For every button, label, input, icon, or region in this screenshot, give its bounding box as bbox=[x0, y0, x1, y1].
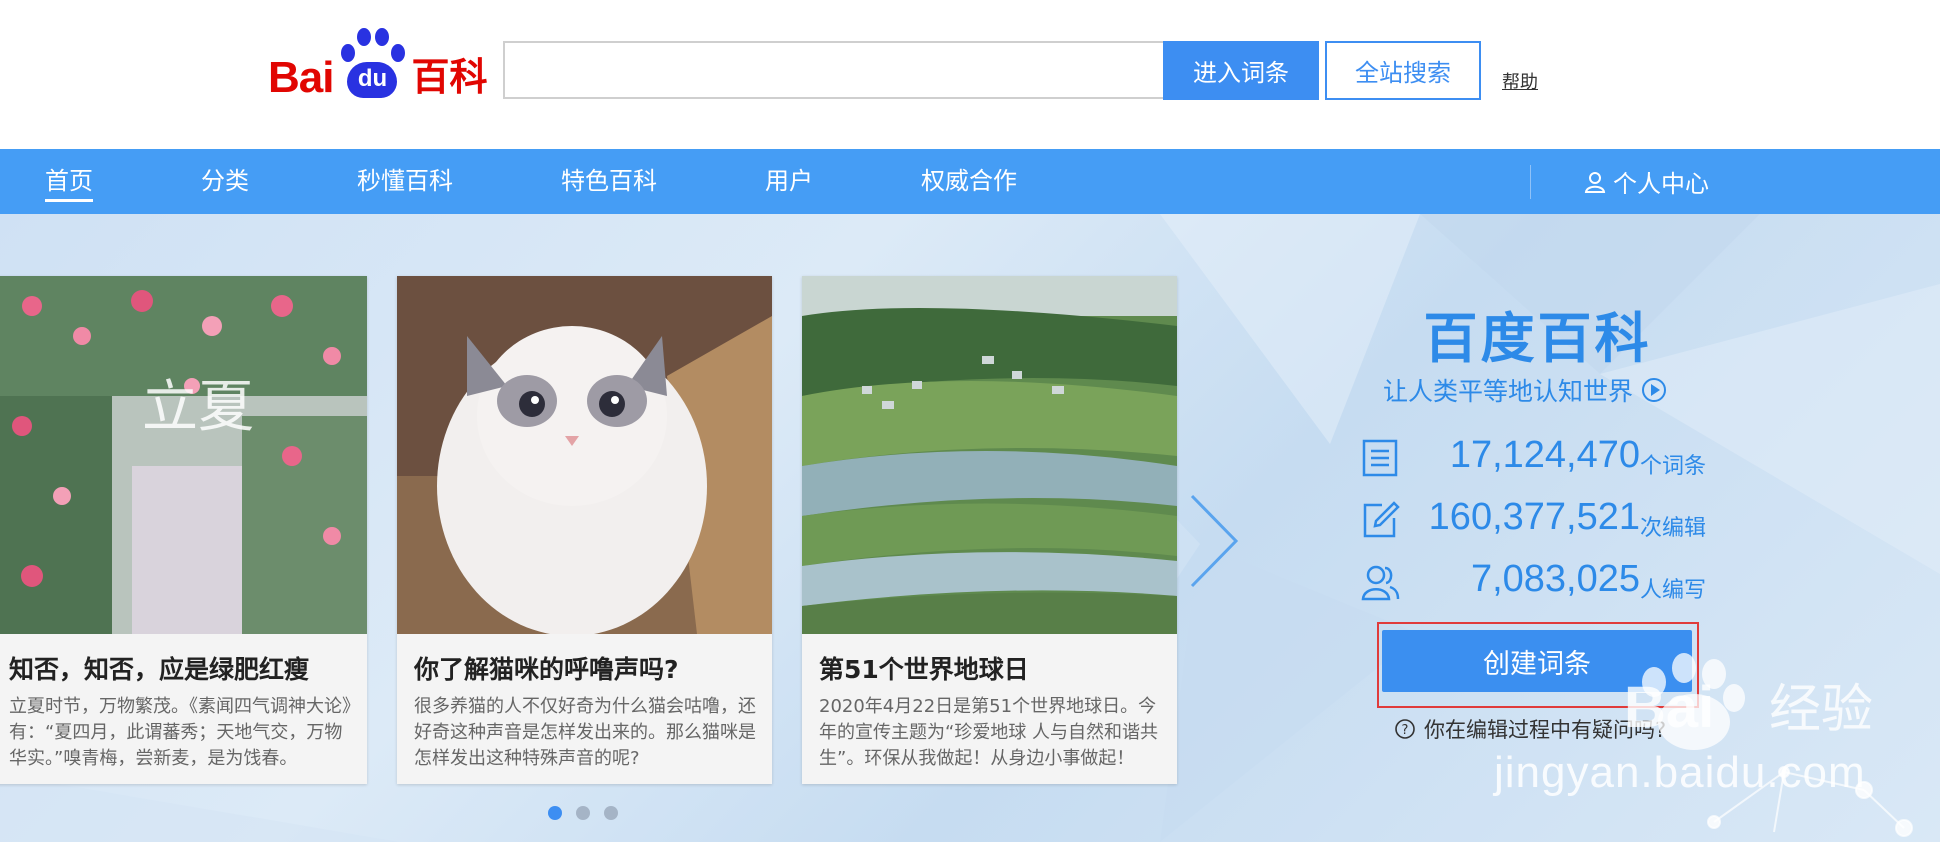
brand-title: 百度百科 bbox=[1423, 307, 1652, 370]
nav-item-category[interactable]: 分类 bbox=[201, 149, 249, 214]
user-center-link[interactable]: 个人中心 bbox=[1583, 149, 1709, 214]
logo-du-text: du bbox=[347, 62, 398, 98]
carousel-card[interactable]: 第51个世界地球日 2020年4月22日是第51个世界地球日。今年的宣传主题为“… bbox=[802, 276, 1177, 784]
carousel-card[interactable]: 立夏 知否，知否，应是绿肥红瘦 立夏时节，万物繁茂。《素闻四气调神大论》有：“夏… bbox=[0, 276, 367, 784]
stat-edits: 160,377,521 次编辑 bbox=[1360, 496, 1720, 546]
carousel-card[interactable]: 你了解猫咪的呼噜声吗? 很多养猫的人不仅好奇为什么猫会咕噜，还好奇这种声音是怎样… bbox=[397, 276, 772, 784]
hero-section: 立夏 知否，知否，应是绿肥红瘦 立夏时节，万物繁茂。《素闻四气调神大论》有：“夏… bbox=[0, 214, 1940, 842]
user-center-label: 个人中心 bbox=[1613, 170, 1709, 198]
edit-help-text: 你在编辑过程中有疑问吗? bbox=[1424, 718, 1667, 742]
card-image-flowers: 立夏 bbox=[0, 276, 367, 634]
card-title[interactable]: 知否，知否，应是绿肥红瘦 bbox=[9, 650, 309, 686]
stat-entries: 17,124,470 个词条 bbox=[1360, 434, 1720, 484]
stat-value: 160,377,521 bbox=[1428, 496, 1640, 538]
main-nav: 首页 分类 秒懂百科 特色百科 用户 权威合作 个人中心 bbox=[0, 149, 1940, 214]
play-circle-icon[interactable] bbox=[1641, 377, 1667, 403]
card-description: 立夏时节，万物繁茂。《素闻四气调神大论》有：“夏四月，此谓蕃秀；天地气交，万物华… bbox=[9, 696, 351, 769]
card-title[interactable]: 你了解猫咪的呼噜声吗? bbox=[414, 650, 679, 686]
card-description: 很多养猫的人不仅好奇为什么猫会咕噜，还好奇这种声音是怎样发出来的。那么猫咪是怎样… bbox=[414, 696, 756, 769]
search-input[interactable] bbox=[503, 41, 1163, 99]
question-circle-icon: ? bbox=[1395, 719, 1415, 739]
carousel-dots bbox=[548, 806, 618, 820]
nav-item-miaodong[interactable]: 秒懂百科 bbox=[357, 149, 453, 214]
carousel-dot[interactable] bbox=[548, 806, 562, 820]
logo-baike-text: 百科 bbox=[411, 55, 488, 99]
help-link[interactable]: 帮助 bbox=[1502, 68, 1538, 94]
edit-help-link[interactable]: ? 你在编辑过程中有疑问吗? bbox=[1394, 714, 1666, 744]
card-image-terraces bbox=[802, 276, 1177, 634]
slogan-text: 让人类平等地认知世界 bbox=[1383, 377, 1634, 406]
nav-item-cooperation[interactable]: 权威合作 bbox=[921, 149, 1017, 214]
card-title[interactable]: 第51个世界地球日 bbox=[819, 650, 1029, 686]
nav-item-users[interactable]: 用户 bbox=[765, 149, 813, 214]
nav-item-featured[interactable]: 特色百科 bbox=[561, 149, 657, 214]
baidu-baike-logo[interactable]: Bai du 百科 bbox=[268, 26, 488, 100]
nav-item-home[interactable]: 首页 bbox=[45, 149, 93, 214]
users-icon bbox=[1361, 565, 1400, 601]
stat-value: 17,124,470 bbox=[1449, 434, 1640, 476]
card-overlay-text: 立夏 bbox=[142, 375, 254, 440]
svg-text:?: ? bbox=[1402, 723, 1409, 738]
edit-icon bbox=[1363, 501, 1400, 538]
nav-divider bbox=[1530, 165, 1531, 199]
enter-entry-button[interactable]: 进入词条 bbox=[1163, 41, 1319, 100]
site-search-button[interactable]: 全站搜索 bbox=[1325, 41, 1481, 100]
stat-unit: 人编写 bbox=[1640, 578, 1707, 603]
stat-unit: 个词条 bbox=[1640, 454, 1707, 479]
paw-icon: du bbox=[335, 26, 409, 100]
slogan-link[interactable]: 让人类平等地认知世界 bbox=[1383, 372, 1667, 408]
stat-unit: 次编辑 bbox=[1640, 516, 1707, 541]
chevron-right-icon[interactable] bbox=[1188, 492, 1240, 590]
watermark-url: jingyan.baidu.com bbox=[1494, 748, 1866, 797]
logo-bai-text: Bai bbox=[268, 53, 334, 102]
header: Bai du 百科 进入词条 全站搜索 帮助 bbox=[0, 0, 1940, 149]
stat-authors: 7,083,025 人编写 bbox=[1360, 558, 1720, 608]
card-image-cat bbox=[397, 276, 772, 634]
carousel-dot[interactable] bbox=[604, 806, 618, 820]
carousel-dot[interactable] bbox=[576, 806, 590, 820]
document-icon bbox=[1362, 439, 1398, 477]
user-icon bbox=[1584, 171, 1606, 193]
stat-value: 7,083,025 bbox=[1470, 558, 1640, 600]
create-entry-button[interactable]: 创建词条 bbox=[1382, 630, 1692, 692]
card-description: 2020年4月22日是第51个世界地球日。今年的宣传主题为“珍爱地球 人与自然和… bbox=[819, 696, 1159, 769]
